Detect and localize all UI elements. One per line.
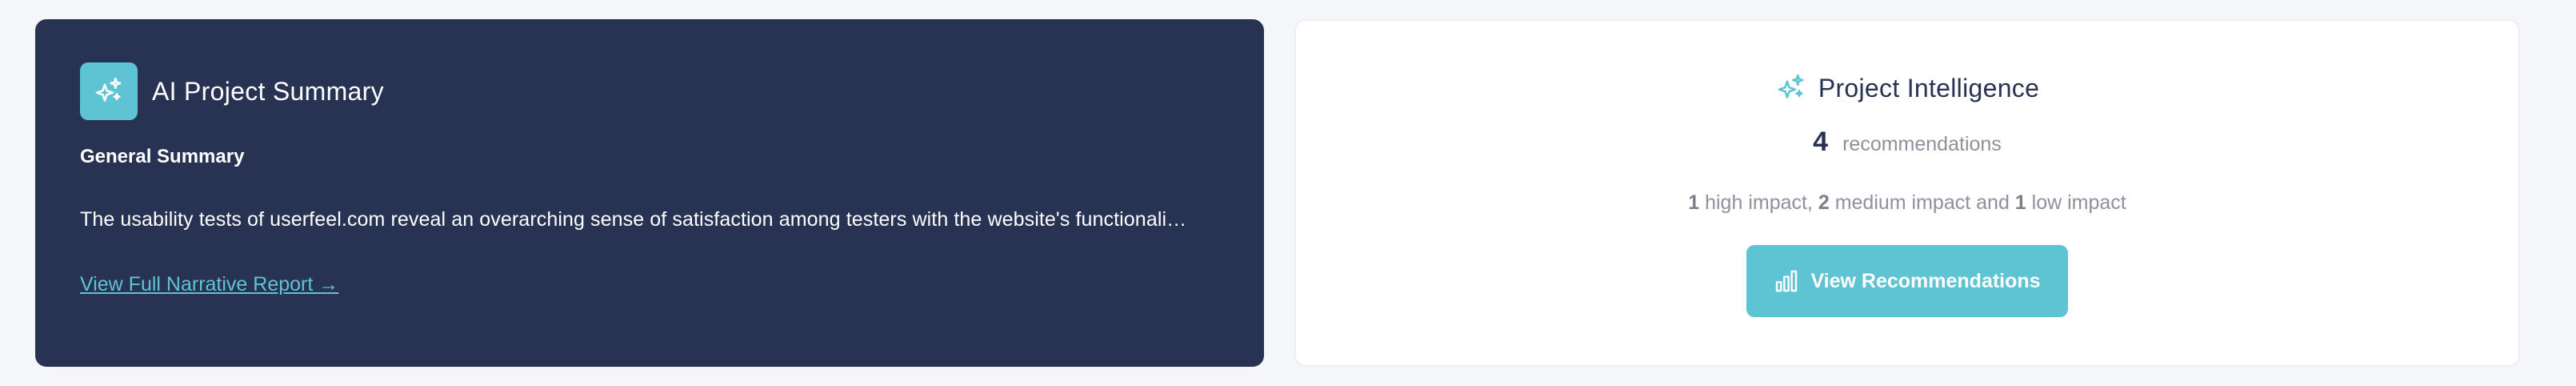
- summary-header: AI Project Summary: [80, 62, 1219, 120]
- bar-chart-icon: [1774, 268, 1799, 294]
- view-recommendations-button[interactable]: View Recommendations: [1746, 245, 2068, 317]
- medium-impact-count: 2: [1818, 191, 1830, 214]
- summary-title: AI Project Summary: [152, 76, 384, 106]
- project-intelligence-card: Project Intelligence 4 recommendations 1…: [1294, 19, 2520, 367]
- view-full-report-link[interactable]: View Full Narrative Report →: [80, 273, 338, 296]
- low-impact-label: low impact: [2026, 191, 2126, 214]
- view-recommendations-label: View Recommendations: [1810, 269, 2041, 292]
- high-impact-count: 1: [1688, 191, 1700, 214]
- impact-breakdown: 1 high impact, 2 medium impact and 1 low…: [1688, 191, 2126, 215]
- intelligence-title: Project Intelligence: [1818, 73, 2040, 103]
- recommendation-count: 4 recommendations: [1813, 127, 2002, 158]
- general-summary-heading: General Summary: [80, 146, 245, 167]
- recommendation-count-value: 4: [1813, 127, 1829, 157]
- sparkles-icon: [80, 62, 138, 120]
- high-impact-label: high impact,: [1699, 191, 1818, 214]
- low-impact-count: 1: [2014, 191, 2026, 214]
- intelligence-header: Project Intelligence: [1775, 69, 2039, 107]
- sparkles-icon: [1775, 72, 1807, 104]
- medium-impact-label: medium impact and: [1829, 191, 2015, 214]
- ai-project-summary-card: AI Project Summary General Summary The u…: [35, 19, 1264, 367]
- recommendation-count-label: recommendations: [1842, 133, 2002, 155]
- summary-text: The usability tests of userfeel.com reve…: [80, 208, 1187, 231]
